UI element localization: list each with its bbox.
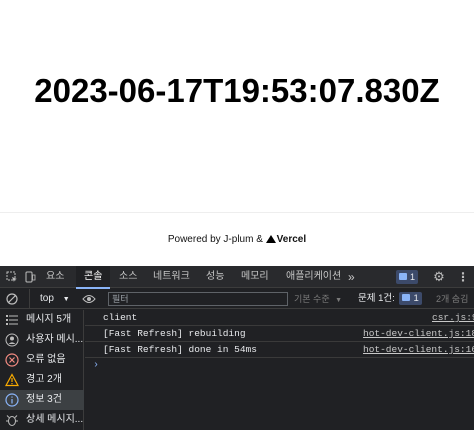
- clear-console-icon[interactable]: [6, 289, 22, 309]
- page-viewport: 2023-06-17T19:53:07.830Z Powered by J-pl…: [0, 0, 474, 266]
- console-log-text: [Fast Refresh] done in 54ms: [103, 344, 257, 355]
- tab-application[interactable]: 애플리케이션: [286, 266, 341, 288]
- vercel-logo-icon: [265, 234, 276, 243]
- bug-icon: [6, 415, 18, 426]
- sidebar-item-warnings[interactable]: 경고 2개: [0, 370, 84, 390]
- context-selector[interactable]: top ▼: [29, 289, 77, 309]
- devtools-panel: 요소 콘솔 소스 네트워크 성능 메모리 애플리케이션 » 1 ⚙ ⋮ top …: [0, 266, 474, 430]
- page-divider: [0, 212, 474, 213]
- issues-badge: 1: [399, 292, 422, 305]
- console-sidebar: 메시지 5개 사용자 메시... 오류 없음 경고 2개 정보 3건 상세 메시…: [0, 310, 84, 430]
- devtools-tabbar: 요소 콘솔 소스 네트워크 성능 메모리 애플리케이션 » 1 ⚙ ⋮: [0, 266, 474, 289]
- console-log-text: [Fast Refresh] rebuilding: [103, 328, 246, 339]
- prompt-chevron-icon: ›: [93, 360, 100, 371]
- live-expression-eye-icon[interactable]: [82, 289, 100, 309]
- more-options-icon[interactable]: ⋮: [456, 266, 470, 288]
- footer-powered-by: Powered by J-plum &: [167, 234, 263, 245]
- timestamp-text: 2023-06-17T19:53:07.830Z: [34, 72, 440, 109]
- user-icon: [5, 333, 19, 347]
- footer: Powered by J-plum & Vercel: [0, 234, 474, 245]
- tab-sources[interactable]: 소스: [119, 266, 137, 288]
- device-toolbar-icon[interactable]: [22, 266, 38, 288]
- filter-input-placeholder: 필터: [112, 294, 129, 304]
- console-log-row: [Fast Refresh] rebuilding hot-dev-client…: [85, 326, 474, 342]
- chevron-down-icon: ▼: [62, 296, 70, 303]
- footer-vercel-link[interactable]: Vercel: [277, 234, 306, 245]
- list-icon: [6, 315, 18, 325]
- console-prompt-input[interactable]: ›: [93, 360, 99, 371]
- messages-badge[interactable]: 1: [396, 270, 419, 284]
- settings-gear-icon[interactable]: ⚙: [430, 266, 448, 288]
- tab-memory[interactable]: 메모리: [241, 266, 269, 288]
- sidebar-item-messages[interactable]: 메시지 5개: [0, 310, 84, 330]
- console-log-text: client: [103, 312, 138, 323]
- console-log-source-link[interactable]: hot-dev-client.js:167: [363, 342, 474, 357]
- filter-input[interactable]: 필터: [108, 292, 288, 306]
- tab-network[interactable]: 네트워크: [153, 266, 190, 288]
- message-icon: [399, 273, 407, 281]
- inspect-element-icon[interactable]: [4, 266, 20, 288]
- issues-link[interactable]: 문제 1건: 1: [358, 289, 422, 309]
- sidebar-item-user-messages[interactable]: 사용자 메시...: [0, 330, 84, 350]
- console-log-source-link[interactable]: hot-dev-client.js:185: [363, 326, 474, 341]
- error-icon: [5, 353, 19, 367]
- sidebar-item-verbose[interactable]: 상세 메시지...: [0, 410, 84, 430]
- issues-count: 1: [413, 293, 419, 304]
- tab-elements[interactable]: 요소: [46, 266, 64, 288]
- info-icon: [5, 393, 19, 407]
- sidebar-item-info[interactable]: 정보 3건: [0, 390, 84, 410]
- context-selector-value: top: [40, 293, 54, 304]
- sidebar-item-label: 메시지 5개: [26, 314, 72, 325]
- tab-performance[interactable]: 성능: [206, 266, 224, 288]
- message-icon: [402, 293, 411, 301]
- console-log-row: [Fast Refresh] done in 54ms hot-dev-clie…: [85, 342, 474, 358]
- warning-icon: [5, 373, 19, 387]
- log-levels-dropdown[interactable]: 기본 수준 ▼: [294, 289, 342, 309]
- chevron-down-icon: ▼: [335, 297, 343, 304]
- log-levels-label: 기본 수준: [294, 294, 330, 304]
- console-filterbar: top ▼ 필터 기본 수준 ▼ 문제 1건: 1 2개 숨김: [0, 289, 474, 309]
- sidebar-item-label: 경고 2개: [26, 374, 62, 385]
- sidebar-item-errors[interactable]: 오류 없음: [0, 350, 84, 370]
- messages-badge-count: 1: [410, 272, 416, 282]
- sidebar-item-label: 오류 없음: [26, 354, 66, 365]
- hidden-count: 2개 숨김: [436, 294, 469, 304]
- sidebar-item-label: 사용자 메시...: [26, 334, 84, 345]
- tab-console[interactable]: 콘솔: [76, 266, 111, 289]
- console-log-source-link[interactable]: csr.js:9: [432, 310, 474, 325]
- more-tabs-button[interactable]: »: [348, 266, 355, 288]
- sidebar-item-label: 상세 메시지...: [26, 414, 84, 425]
- console-output: client csr.js:9 [Fast Refresh] rebuildin…: [85, 310, 474, 430]
- console-log-row: client csr.js:9: [85, 310, 474, 326]
- sidebar-item-label: 정보 3건: [26, 394, 62, 405]
- issues-label: 문제 1건:: [358, 293, 395, 304]
